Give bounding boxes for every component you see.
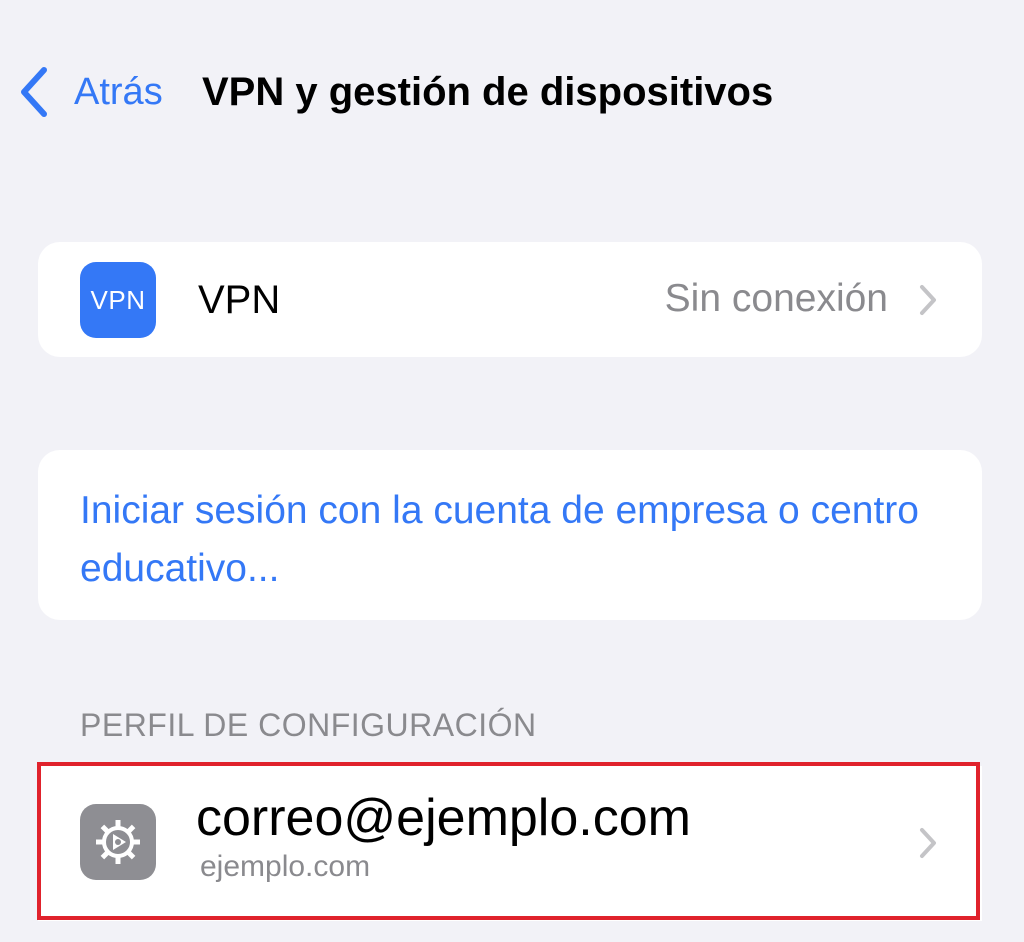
section-header-profile: PERFIL DE CONFIGURACIÓN	[80, 707, 537, 743]
vpn-status: Sin conexión	[664, 277, 888, 320]
chevron-left-icon	[21, 67, 47, 117]
navigation-bar: Atrás VPN y gestión de dispositivos	[0, 52, 1024, 132]
chevron-right-icon	[920, 285, 936, 315]
chevron-right-icon	[920, 828, 936, 858]
back-button[interactable]: Atrás	[18, 62, 163, 122]
profile-domain: ejemplo.com	[200, 850, 371, 883]
page-title: VPN y gestión de dispositivos	[202, 70, 774, 114]
vpn-row[interactable]: VPN VPN Sin conexión	[38, 242, 982, 357]
signin-card: Iniciar sesión con la cuenta de empresa …	[38, 450, 982, 620]
work-school-signin-link[interactable]: Iniciar sesión con la cuenta de empresa …	[80, 482, 940, 598]
vpn-label: VPN	[198, 278, 281, 322]
settings-gear-icon	[80, 804, 156, 880]
configuration-profile-row[interactable]: correo@ejemplo.com ejemplo.com	[38, 766, 982, 921]
vpn-icon: VPN	[80, 262, 156, 338]
profile-email: correo@ejemplo.com	[196, 789, 691, 847]
back-label: Atrás	[74, 71, 163, 113]
